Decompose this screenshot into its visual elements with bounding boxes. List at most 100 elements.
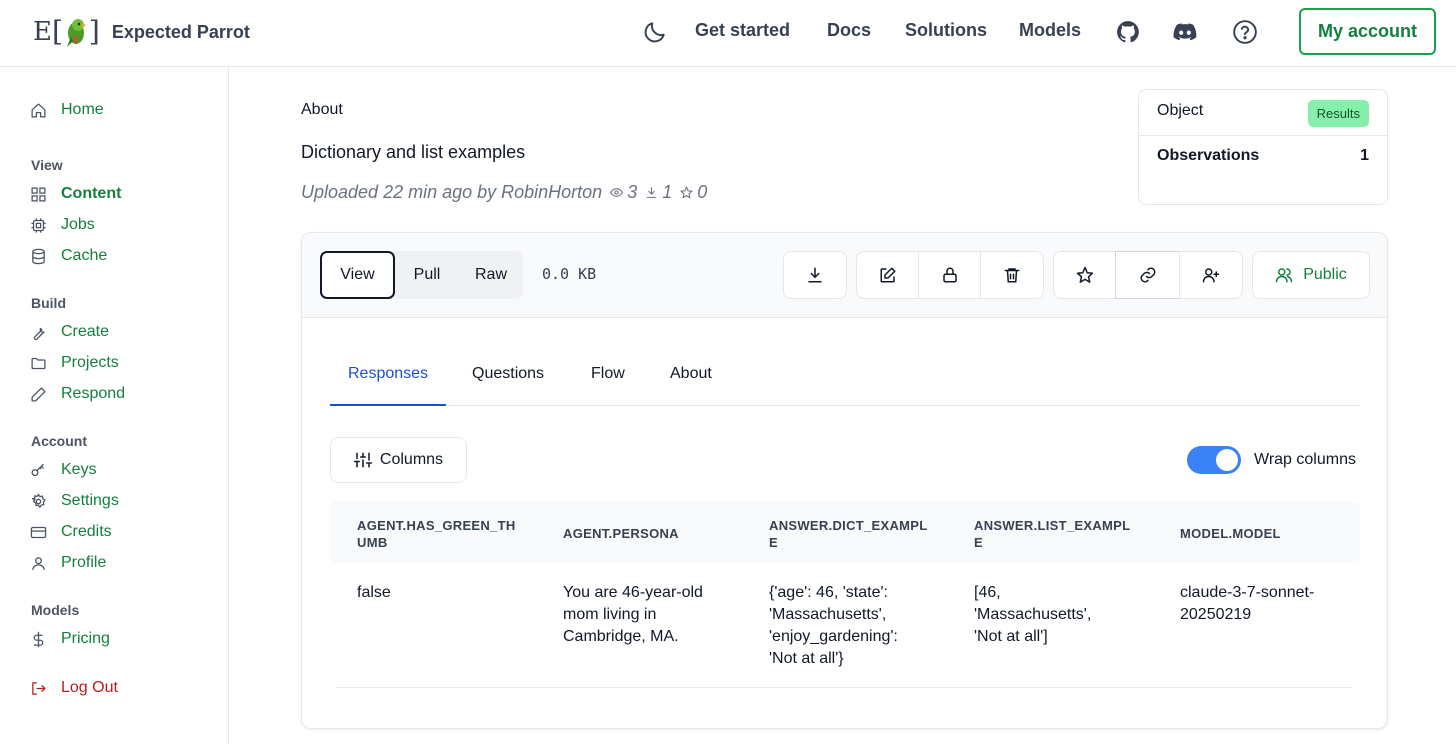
sidebar-item-cache[interactable]: Cache [30,245,107,267]
column-header[interactable]: AGENT.HAS_GREEN_THUMB [357,517,517,551]
view-mode-pull[interactable]: Pull [395,251,459,299]
sidebar-item-label: Create [61,323,110,340]
delete-button[interactable] [980,251,1044,299]
tab-questions[interactable]: Questions [472,365,544,383]
sidebar-item-projects[interactable]: Projects [30,352,119,374]
sidebar-item-pricing[interactable]: Pricing [30,628,110,650]
logout-label: Log Out [61,679,118,696]
tab-flow[interactable]: Flow [591,365,625,383]
row-divider [336,687,1352,688]
pen-icon [31,386,46,402]
nav-solutions[interactable]: Solutions [905,20,987,41]
sidebar-item-create[interactable]: Create [30,321,109,343]
credit-card-icon [30,526,47,538]
edit-button[interactable] [856,251,919,299]
columns-button[interactable]: Columns [330,437,467,483]
observations-label: Observations [1157,147,1260,164]
sidebar-item-label: Projects [61,354,119,371]
star-button[interactable] [1053,251,1116,299]
my-account-button[interactable]: My account [1299,8,1436,55]
discord-icon[interactable] [1172,19,1198,45]
sidebar: Home View Content Jobs Cache Build Creat… [0,67,229,744]
visibility-label: Public [1303,266,1347,283]
table-cell: You are 46-year-old mom living in Cambri… [563,584,703,645]
results-panel: View Pull Raw 0.0 KB Public Responses Qu… [301,232,1388,729]
upload-meta: Uploaded 22 min ago by RobinHorton 3 1 0 [301,182,707,203]
sidebar-item-label: Pricing [61,630,110,647]
sidebar-item-logout[interactable]: Log Out [30,677,118,699]
wrench-icon [33,327,45,340]
sidebar-item-home[interactable]: Home [30,99,104,121]
logout-icon [32,681,46,695]
folder-icon [31,357,46,369]
columns-label: Columns [379,451,444,468]
toggle-knob [1216,449,1238,471]
sidebar-item-label: Content [61,185,122,202]
table-cell: claude-3-7-sonnet-20250219 [1180,584,1315,623]
sidebar-item-label: Settings [61,492,119,509]
object-info-card: Object Results Observations 1 [1138,89,1388,205]
brand-name: Expected Parrot [111,21,250,42]
sidebar-section-view: View [31,157,63,173]
view-mode-raw[interactable]: Raw [459,251,523,299]
active-tab-indicator [330,404,446,406]
logo-bracket-close: ] [88,15,100,48]
help-icon[interactable] [1232,19,1258,45]
download-icon [808,267,822,283]
view-mode-view[interactable]: View [320,251,395,299]
about-label: About [301,101,343,118]
object-type-badge: Results [1307,100,1369,127]
dollar-icon [33,631,44,647]
views-stat: 3 [610,182,637,203]
nav-get-started[interactable]: Get started [695,20,790,41]
table-cell: {'age': 46, 'state': 'Massachusetts', 'e… [769,584,898,667]
sidebar-item-credits[interactable]: Credits [30,521,112,543]
views-count: 3 [627,182,638,202]
cpu-icon [31,217,46,233]
home-icon [31,102,46,118]
column-header[interactable]: AGENT.PERSONA [563,525,723,542]
nav-docs[interactable]: Docs [827,20,871,41]
copy-link-button[interactable] [1115,251,1180,299]
table-header: AGENT.HAS_GREEN_THUMB AGENT.PERSONA ANSW… [330,501,1360,563]
sidebar-item-label: Respond [61,385,126,402]
link-icon [1140,267,1155,283]
trash-icon [1004,268,1020,283]
share-user-button[interactable] [1179,251,1243,299]
column-header[interactable]: ANSWER.DICT_EXAMPLE [769,517,929,551]
tab-responses[interactable]: Responses [348,365,428,383]
star-icon [680,186,693,199]
brand-logo[interactable]: E [ ] Expected Parrot [33,14,250,50]
object-toolbar: View Pull Raw 0.0 KB Public [302,233,1387,318]
sidebar-item-keys[interactable]: Keys [30,459,97,481]
download-icon [646,187,657,198]
user-icon [32,556,45,570]
sidebar-item-settings[interactable]: Settings [30,490,119,512]
users-icon [1275,268,1293,283]
lock-button[interactable] [918,251,981,299]
sidebar-item-profile[interactable]: Profile [30,552,106,574]
top-navbar: E [ ] Expected Parrot Get started Docs S… [0,0,1456,67]
nav-models[interactable]: Models [1019,20,1081,41]
table-cell: false [357,584,391,601]
downloads-count: 1 [662,182,673,202]
wrap-columns-toggle[interactable] [1187,446,1241,474]
key-icon [31,463,44,476]
tab-about[interactable]: About [670,365,712,383]
sidebar-item-label: Jobs [61,216,95,233]
edit-icon [880,267,895,283]
visibility-button[interactable]: Public [1252,251,1370,299]
sidebar-item-content[interactable]: Content [30,183,121,205]
card-divider [1139,135,1387,136]
column-header[interactable]: ANSWER.LIST_EXAMPLE [974,517,1134,551]
moon-icon[interactable] [642,19,668,45]
table-cell: [46, 'Massachusetts', 'Not at all'] [974,584,1092,645]
sidebar-item-jobs[interactable]: Jobs [30,214,95,236]
github-icon[interactable] [1115,19,1141,45]
sidebar-item-label: Profile [61,554,107,571]
sidebar-item-respond[interactable]: Respond [30,383,125,405]
sidebar-item-label: Home [61,101,104,118]
download-button[interactable] [783,251,847,299]
column-header[interactable]: MODEL.MODEL [1180,525,1340,542]
file-size: 0.0 KB [542,265,597,283]
